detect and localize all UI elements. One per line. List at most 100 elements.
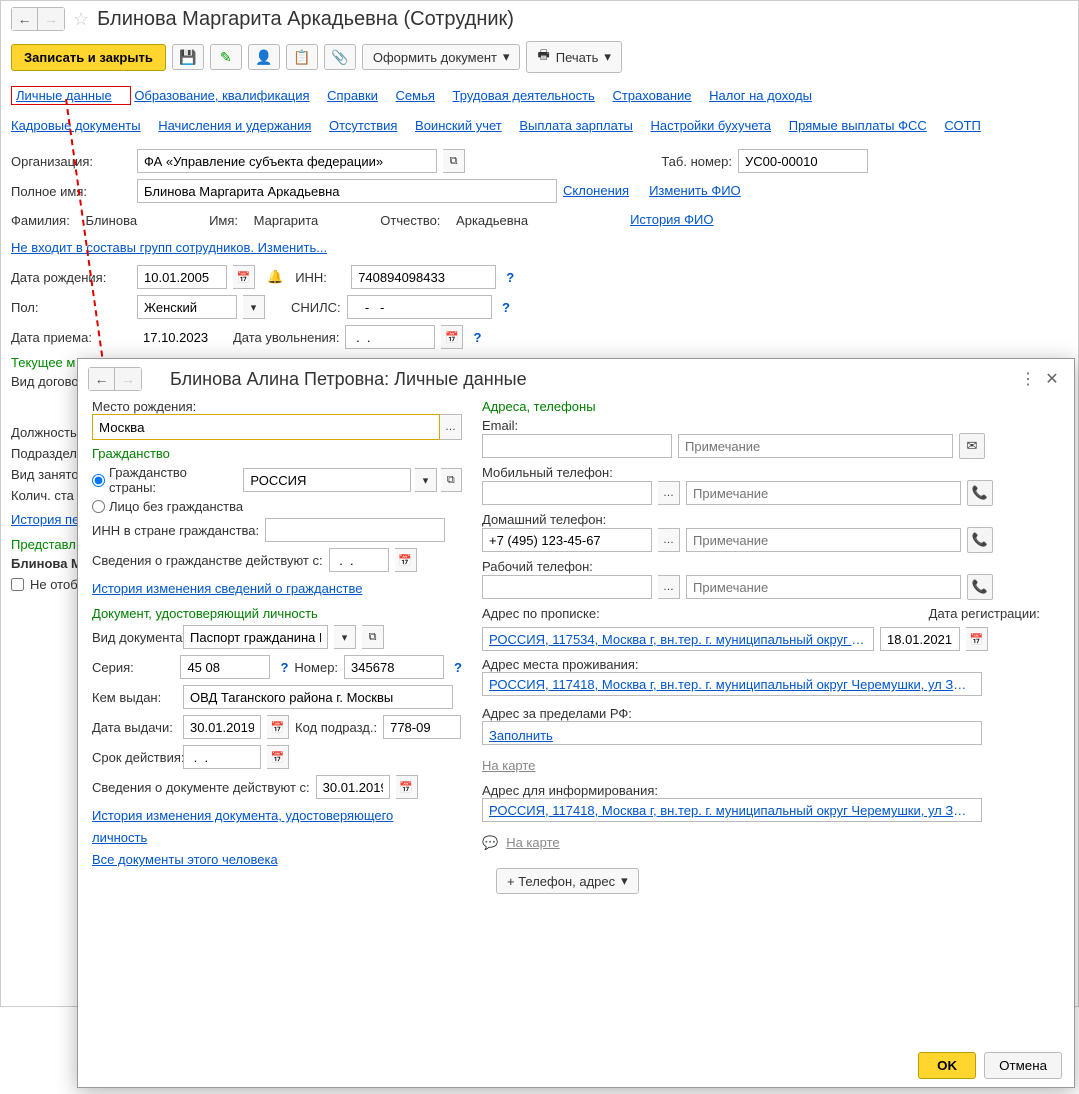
country-input[interactable] [243, 468, 411, 492]
history-link[interactable]: История пе [11, 509, 79, 531]
mobile-input[interactable] [482, 481, 652, 505]
tab-salary[interactable]: Выплата зарплаты [519, 115, 633, 137]
email-note-input[interactable] [678, 434, 953, 458]
fill-link[interactable]: Заполнить [489, 725, 553, 747]
fullname-input[interactable] [137, 179, 557, 203]
user-icon-button[interactable]: 👤 [248, 44, 280, 70]
tab-sotp[interactable]: СОТП [944, 115, 981, 137]
validity-input[interactable] [183, 745, 261, 769]
favorite-star-icon[interactable]: ☆ [73, 9, 89, 30]
phone-icon[interactable]: 📞 [967, 527, 993, 553]
attach-icon-button[interactable]: 📎 [324, 44, 356, 70]
org-open-button[interactable]: ⧉ [443, 149, 465, 173]
tab-fss[interactable]: Прямые выплаты ФСС [789, 115, 927, 137]
ok-button[interactable]: OK [918, 1052, 976, 1079]
document-dropdown[interactable]: Оформить документ ▾ [362, 44, 521, 70]
save-close-button[interactable]: Записать и закрыть [11, 44, 166, 71]
country-open-icon[interactable]: ⧉ [441, 468, 462, 492]
email-icon[interactable]: ✉ [959, 433, 985, 459]
tab-income-tax[interactable]: Налог на доходы [709, 85, 812, 107]
help-icon[interactable]: ? [502, 300, 510, 315]
help-icon[interactable]: ? [454, 660, 462, 675]
calendar-icon[interactable]: 📅 [267, 715, 289, 739]
birthplace-ellipsis-button[interactable]: … [440, 414, 462, 440]
tab-family[interactable]: Семья [396, 85, 435, 107]
tab-personal-data[interactable]: Личные данные [16, 85, 112, 107]
phone-icon[interactable]: 📞 [967, 574, 993, 600]
tab-hr-docs[interactable]: Кадровые документы [11, 115, 141, 137]
modal-forward-button[interactable]: → [115, 368, 141, 390]
country-dropdown-icon[interactable]: ▾ [415, 468, 436, 492]
doc-type-dropdown-icon[interactable]: ▾ [334, 625, 356, 649]
cit-date-input[interactable] [329, 548, 389, 572]
on-map-link[interactable]: На карте [482, 755, 535, 777]
calendar-icon[interactable]: 📅 [396, 775, 418, 799]
tabno-input[interactable] [738, 149, 868, 173]
doc-type-input[interactable] [183, 625, 328, 649]
modal-close-button[interactable]: ✕ [1040, 367, 1064, 391]
series-input[interactable] [180, 655, 270, 679]
doc-info-date-input[interactable] [316, 775, 390, 799]
calendar-icon[interactable]: 📅 [395, 548, 417, 572]
org-input[interactable] [137, 149, 437, 173]
work-ellipsis-button[interactable]: … [658, 575, 680, 599]
mobile-note-input[interactable] [686, 481, 961, 505]
reg-addr-box[interactable]: РОССИЯ, 117534, Москва г, вн.тер. г. мун… [482, 627, 874, 651]
calendar-icon[interactable]: 📅 [966, 627, 988, 651]
on-map-link-2[interactable]: На карте [506, 832, 559, 854]
help-icon[interactable]: ? [506, 270, 514, 285]
issue-date-input[interactable] [183, 715, 261, 739]
phone-icon[interactable]: 📞 [967, 480, 993, 506]
edit-icon-button[interactable]: ✎ [210, 44, 242, 70]
inform-addr-box[interactable]: РОССИЯ, 117418, Москва г, вн.тер. г. мун… [482, 798, 982, 822]
tab-accounting[interactable]: Настройки бухучета [651, 115, 772, 137]
all-docs-link[interactable]: Все документы этого человека [92, 849, 278, 871]
snils-input[interactable] [347, 295, 492, 319]
nav-forward-button[interactable]: → [38, 8, 64, 30]
change-fio-link[interactable]: Изменить ФИО [649, 180, 741, 202]
tab-accruals[interactable]: Начисления и удержания [158, 115, 311, 137]
dont-show-checkbox[interactable] [11, 578, 24, 591]
doc-type-open-icon[interactable]: ⧉ [362, 625, 384, 649]
inn-input[interactable] [351, 265, 496, 289]
doc-history-link[interactable]: История изменения документа, удостоверяю… [92, 805, 452, 849]
calendar-icon[interactable]: 📅 [267, 745, 289, 769]
home-ellipsis-button[interactable]: … [658, 528, 680, 552]
mobile-ellipsis-button[interactable]: … [658, 481, 680, 505]
tab-education[interactable]: Образование, квалификация [134, 85, 309, 107]
tab-absences[interactable]: Отсутствия [329, 115, 397, 137]
stateless-radio[interactable] [92, 500, 105, 513]
reg-date-input[interactable] [880, 627, 960, 651]
gender-dropdown-icon[interactable]: ▾ [243, 295, 265, 319]
home-input[interactable] [482, 528, 652, 552]
gender-input[interactable] [137, 295, 237, 319]
birth-input[interactable] [137, 265, 227, 289]
modal-back-button[interactable]: ← [89, 368, 115, 390]
print-dropdown[interactable]: 🖶 Печать ▾ [526, 41, 621, 73]
work-input[interactable] [482, 575, 652, 599]
groups-link[interactable]: Не входит в составы групп сотрудников. И… [11, 237, 327, 259]
tab-insurance[interactable]: Страхование [612, 85, 691, 107]
home-note-input[interactable] [686, 528, 961, 552]
tab-work-activity[interactable]: Трудовая деятельность [453, 85, 595, 107]
modal-menu-icon[interactable]: ⋮ [1016, 367, 1040, 391]
calendar-icon[interactable]: 📅 [233, 265, 255, 289]
live-addr-box[interactable]: РОССИЯ, 117418, Москва г, вн.тер. г. мун… [482, 672, 982, 696]
dept-code-input[interactable] [383, 715, 461, 739]
work-note-input[interactable] [686, 575, 961, 599]
number-input[interactable] [344, 655, 444, 679]
copy-icon-button[interactable]: 📋 [286, 44, 318, 70]
save-icon-button[interactable]: 💾 [172, 44, 204, 70]
cancel-button[interactable]: Отмена [984, 1052, 1062, 1079]
fire-input[interactable] [345, 325, 435, 349]
issued-input[interactable] [183, 685, 453, 709]
add-phone-dropdown[interactable]: + Телефон, адрес ▾ [496, 868, 639, 894]
tab-military[interactable]: Воинский учет [415, 115, 502, 137]
citizenship-country-radio[interactable] [92, 474, 105, 487]
inn-country-input[interactable] [265, 518, 445, 542]
declensions-link[interactable]: Склонения [563, 180, 629, 202]
fio-history-link[interactable]: История ФИО [630, 209, 713, 231]
birthplace-input[interactable] [92, 414, 440, 440]
email-input[interactable] [482, 434, 672, 458]
calendar-icon[interactable]: 📅 [441, 325, 463, 349]
